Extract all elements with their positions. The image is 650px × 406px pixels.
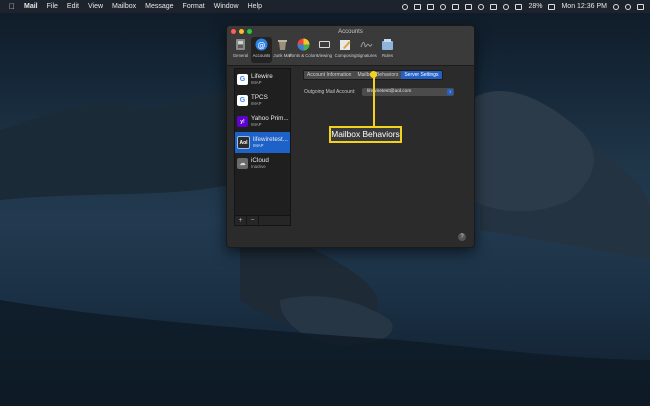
account-item-icloud[interactable]: ☁ iCloud Inactive: [235, 153, 290, 174]
apple-icon[interactable]: : [9, 2, 15, 11]
tab-signatures[interactable]: Signatures: [356, 37, 377, 63]
account-item-lifewire[interactable]: G Lifewire IMAP: [235, 69, 290, 90]
menu-edit[interactable]: Edit: [67, 3, 79, 10]
tab-account-information[interactable]: Account Information: [304, 71, 355, 79]
dropbox-icon[interactable]: [414, 3, 422, 10]
google-icon: G: [237, 74, 248, 85]
tab-junk-mail[interactable]: Junk Mail: [272, 37, 293, 63]
account-item-yahoo[interactable]: y! Yahoo Prim... IMAP: [235, 111, 290, 132]
help-button[interactable]: ?: [458, 233, 466, 241]
menu-mailbox[interactable]: Mailbox: [112, 3, 136, 10]
tab-server-settings[interactable]: Server Settings: [401, 71, 442, 79]
remove-account-button[interactable]: −: [247, 216, 259, 225]
callout-dot: [370, 71, 377, 78]
tab-viewing-label: Viewing: [317, 53, 332, 58]
color-wheel-icon: [297, 38, 310, 51]
tab-general-label: General: [232, 53, 249, 58]
outgoing-mail-account-select[interactable]: lifewiretest@aol.com ↕: [362, 88, 454, 96]
at-icon: @: [255, 38, 268, 51]
tab-general[interactable]: General: [230, 37, 251, 63]
menu-help[interactable]: Help: [248, 3, 262, 10]
close-button[interactable]: [231, 29, 236, 34]
battery-percent[interactable]: 28%: [528, 3, 542, 10]
tab-rules-label: Rules: [382, 53, 393, 58]
minimize-button[interactable]: [239, 29, 244, 34]
tab-mailbox-behaviors[interactable]: Mailbox Behaviors: [354, 71, 402, 79]
outgoing-mail-account-label: Outgoing Mail Account:: [304, 89, 356, 95]
menu-app-name[interactable]: Mail: [24, 3, 38, 10]
menu-format[interactable]: Format: [183, 3, 205, 10]
menu-view[interactable]: View: [88, 3, 103, 10]
switch-icon: [236, 39, 245, 50]
account-type: IMAP: [251, 122, 262, 127]
bluetooth-icon[interactable]: [490, 3, 498, 10]
account-type: IMAP: [251, 101, 262, 106]
spotlight-search-icon[interactable]: [613, 3, 619, 10]
media-icon[interactable]: [427, 3, 435, 10]
tab-signatures-label: Signatures: [356, 53, 377, 58]
zoom-button[interactable]: [247, 29, 252, 34]
pencil-icon: [340, 40, 351, 50]
menu-bar:  Mail File Edit View Mailbox Message Fo…: [0, 0, 650, 13]
window-title: Accounts: [338, 28, 363, 35]
tab-fonts-colors[interactable]: Fonts & Colors: [289, 37, 318, 63]
add-account-button[interactable]: +: [235, 216, 247, 225]
callout-line: [373, 74, 375, 126]
cloud-icon[interactable]: [402, 3, 409, 10]
notes-icon[interactable]: [452, 3, 460, 10]
chevron-updown-icon: ↕: [447, 89, 453, 95]
svg-text:@: @: [258, 40, 266, 49]
account-item-tpcs[interactable]: G TPCS IMAP: [235, 90, 290, 111]
tab-composing[interactable]: Composing: [335, 37, 356, 63]
creative-cloud-icon[interactable]: [440, 3, 447, 10]
tab-accounts[interactable]: @ Accounts: [251, 37, 272, 63]
menu-file[interactable]: File: [47, 3, 58, 10]
account-list: G Lifewire IMAP G TPCS IMAP y! Yahoo Prim.…: [234, 68, 291, 216]
glasses-icon: [319, 41, 330, 48]
callout-label: Mailbox Behaviors: [329, 126, 402, 143]
account-type: IMAP: [253, 143, 264, 148]
tab-composing-label: Composing: [334, 53, 357, 58]
trash-icon: [278, 40, 287, 50]
notification-center-icon[interactable]: [637, 3, 644, 10]
siri-icon[interactable]: [625, 3, 631, 10]
tab-rules[interactable]: Rules: [377, 37, 398, 63]
menu-message[interactable]: Message: [145, 3, 173, 10]
wifi-icon[interactable]: [503, 3, 510, 10]
preferences-toolbar: General @ Accounts Junk Mail Fonts & Col…: [227, 37, 474, 66]
clock[interactable]: Mon 12:36 PM: [561, 3, 607, 10]
account-item-lifewiretest[interactable]: Aol lifewiretest... IMAP: [235, 132, 290, 153]
yahoo-icon: y!: [237, 116, 248, 127]
signature-icon: [360, 41, 373, 48]
icloud-icon: ☁: [237, 158, 248, 169]
account-type: Inactive: [251, 164, 266, 169]
window-titlebar[interactable]: Accounts: [227, 26, 474, 37]
aol-icon: Aol: [237, 136, 250, 149]
account-type: IMAP: [251, 80, 262, 85]
battery-icon[interactable]: [548, 3, 556, 10]
account-list-controls: + −: [234, 216, 291, 226]
volume-icon[interactable]: [515, 3, 523, 10]
rules-icon: [382, 39, 393, 50]
menu-window[interactable]: Window: [214, 3, 239, 10]
airplay-icon[interactable]: [465, 3, 473, 10]
tab-accounts-label: Accounts: [252, 53, 271, 58]
google-icon: G: [237, 95, 248, 106]
time-machine-icon[interactable]: [478, 3, 485, 10]
tab-viewing[interactable]: Viewing: [314, 37, 335, 63]
